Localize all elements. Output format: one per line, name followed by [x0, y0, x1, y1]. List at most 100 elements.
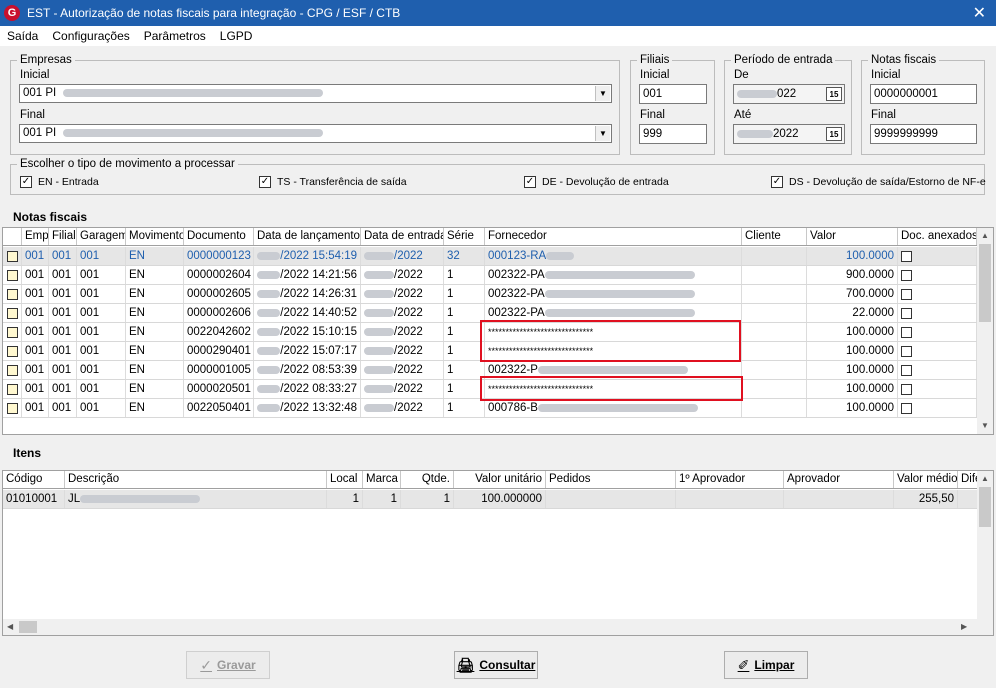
row-selector[interactable] — [3, 323, 22, 341]
checkbox-en-entrada[interactable]: ✓ EN - Entrada — [20, 176, 99, 188]
col-header-valor-unitario[interactable]: Valor unitário — [454, 471, 546, 488]
checkbox-ds-devolucao-saida[interactable]: ✓ DS - Devolução de saída/Estorno de NF-e — [771, 176, 986, 188]
col-header-fornecedor[interactable]: Fornecedor — [485, 228, 742, 245]
periodo-ate-input[interactable]: 2022 15 — [733, 124, 845, 144]
scroll-thumb[interactable] — [19, 621, 37, 633]
cell-doc-anexados[interactable] — [898, 304, 977, 322]
doc-anexados-checkbox[interactable] — [901, 345, 912, 357]
col-header-doc-anexados[interactable]: Doc. anexados — [898, 228, 977, 245]
row-selector[interactable] — [3, 399, 22, 417]
row-selector-box[interactable] — [6, 288, 18, 300]
row-selector[interactable] — [3, 380, 22, 398]
periodo-de-input[interactable]: 022 15 — [733, 84, 845, 104]
col-header-valor-medio[interactable]: Valor médio — [894, 471, 958, 488]
col-header-emp[interactable]: Emp — [22, 228, 49, 245]
filial-inicial-input[interactable]: 001 — [639, 84, 707, 104]
row-selector[interactable] — [3, 361, 22, 379]
notas-grid-vertical-scrollbar[interactable]: ▲ ▼ — [977, 228, 993, 434]
empresa-final-select[interactable]: 001 PI ▼ — [19, 124, 612, 143]
doc-anexados-checkbox[interactable] — [901, 326, 912, 338]
doc-anexados-checkbox[interactable] — [901, 383, 912, 395]
table-row[interactable]: 001 001 001 EN 0022050401 /2022 13:32:48… — [3, 399, 977, 418]
chevron-down-icon[interactable]: ▼ — [595, 126, 610, 141]
chevron-down-icon[interactable]: ▼ — [595, 86, 610, 101]
col-header-1-aprovador[interactable]: 1º Aprovador — [676, 471, 784, 488]
scroll-left-icon[interactable]: ◀ — [7, 622, 13, 631]
col-header-data-lancamento[interactable]: Data de lançamento — [254, 228, 361, 245]
doc-anexados-checkbox[interactable] — [901, 364, 912, 376]
cell-doc-anexados[interactable] — [898, 399, 977, 417]
row-selector[interactable] — [3, 285, 22, 303]
menu-lgpd[interactable]: LGPD — [213, 29, 260, 43]
scroll-up-icon[interactable]: ▲ — [981, 474, 989, 483]
itens-grid-horizontal-scrollbar[interactable]: ◀ ▶ — [3, 619, 993, 635]
row-selector-box[interactable] — [6, 364, 18, 376]
col-header-serie[interactable]: Série — [444, 228, 485, 245]
row-selector-box[interactable] — [6, 345, 18, 357]
empresa-inicial-select[interactable]: 001 PI ▼ — [19, 84, 612, 103]
col-header-marca[interactable]: Marca — [363, 471, 401, 488]
row-selector-box[interactable] — [6, 250, 18, 262]
itens-grid-vertical-scrollbar[interactable]: ▲ — [977, 471, 993, 619]
nota-final-input[interactable]: 9999999999 — [870, 124, 977, 144]
table-row[interactable]: 001 001 001 EN 0000002604 /2022 14:21:56… — [3, 266, 977, 285]
menu-configuracoes[interactable]: Configurações — [45, 29, 136, 43]
table-row[interactable]: 01010001 JL 1 1 1 100.000000 255,50 — [3, 490, 977, 509]
row-selector[interactable] — [3, 247, 22, 265]
close-icon[interactable]: ✕ — [973, 3, 986, 23]
col-header-dife[interactable]: Dife — [958, 471, 977, 488]
menu-saida[interactable]: Saída — [0, 29, 45, 43]
cell-doc-anexados[interactable] — [898, 323, 977, 341]
scroll-thumb[interactable] — [979, 487, 991, 527]
table-row[interactable]: 001 001 001 EN 0000000123 /2022 15:54:19… — [3, 247, 977, 266]
cell-doc-anexados[interactable] — [898, 266, 977, 284]
row-selector-box[interactable] — [6, 326, 18, 338]
col-header-cliente[interactable]: Cliente — [742, 228, 807, 245]
col-header-pedidos[interactable]: Pedidos — [546, 471, 676, 488]
limpar-button[interactable]: ✐ Limpar — [724, 651, 808, 679]
calendar-icon[interactable]: 15 — [826, 127, 842, 141]
consultar-button[interactable]: 🖨 Consultar — [454, 651, 538, 679]
doc-anexados-checkbox[interactable] — [901, 307, 912, 319]
col-header-local[interactable]: Local — [327, 471, 363, 488]
table-row[interactable]: 001 001 001 EN 0000002605 /2022 14:26:31… — [3, 285, 977, 304]
calendar-icon[interactable]: 15 — [826, 87, 842, 101]
row-selector-box[interactable] — [6, 307, 18, 319]
menu-parametros[interactable]: Parâmetros — [137, 29, 213, 43]
scroll-right-icon[interactable]: ▶ — [961, 622, 967, 631]
cell-doc-anexados[interactable] — [898, 380, 977, 398]
doc-anexados-checkbox[interactable] — [901, 250, 912, 262]
doc-anexados-checkbox[interactable] — [901, 269, 912, 281]
col-header-qtde[interactable]: Qtde. — [401, 471, 454, 488]
cell-doc-anexados[interactable] — [898, 361, 977, 379]
row-selector[interactable] — [3, 342, 22, 360]
col-header-filial[interactable]: Filial — [49, 228, 77, 245]
gravar-button[interactable]: ✓ Gravar — [186, 651, 270, 679]
checkbox-de-devolucao[interactable]: ✓ DE - Devolução de entrada — [524, 176, 669, 188]
col-header-aprovador[interactable]: Aprovador — [784, 471, 894, 488]
col-header-codigo[interactable]: Código — [3, 471, 65, 488]
row-selector-box[interactable] — [6, 269, 18, 281]
doc-anexados-checkbox[interactable] — [901, 402, 912, 414]
doc-anexados-checkbox[interactable] — [901, 288, 912, 300]
col-header-descricao[interactable]: Descrição — [65, 471, 327, 488]
row-selector-box[interactable] — [6, 383, 18, 395]
checkbox-ts-transferencia[interactable]: ✓ TS - Transferência de saída — [259, 176, 407, 188]
nota-inicial-input[interactable]: 0000000001 — [870, 84, 977, 104]
row-selector[interactable] — [3, 266, 22, 284]
col-header-movimento[interactable]: Movimento — [126, 228, 184, 245]
cell-doc-anexados[interactable] — [898, 342, 977, 360]
row-selector-box[interactable] — [6, 402, 18, 414]
scroll-up-icon[interactable]: ▲ — [981, 231, 989, 240]
col-header-documento[interactable]: Documento — [184, 228, 254, 245]
cell-doc-anexados[interactable] — [898, 247, 977, 265]
nota-inicial-label: Inicial — [871, 69, 901, 81]
col-header-data-entrada[interactable]: Data de entrada — [361, 228, 444, 245]
scroll-down-icon[interactable]: ▼ — [981, 421, 989, 430]
row-selector[interactable] — [3, 304, 22, 322]
cell-doc-anexados[interactable] — [898, 285, 977, 303]
scroll-thumb[interactable] — [979, 244, 991, 322]
filial-final-input[interactable]: 999 — [639, 124, 707, 144]
col-header-garagem[interactable]: Garagem — [77, 228, 126, 245]
col-header-valor[interactable]: Valor — [807, 228, 898, 245]
